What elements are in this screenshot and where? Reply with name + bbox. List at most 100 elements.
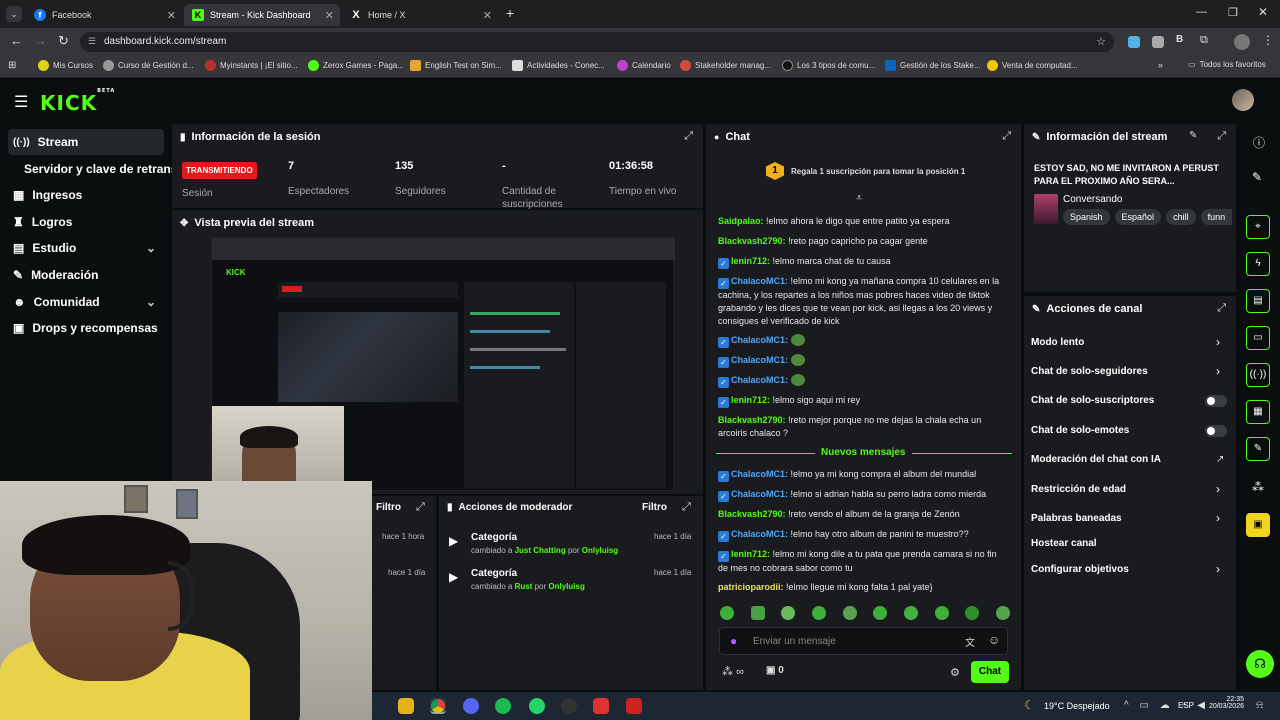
spotify-icon[interactable]: [495, 698, 511, 714]
sidebar-item-comunidad[interactable]: ☻ Comunidad ⌄: [8, 289, 164, 315]
forward-icon[interactable]: →: [34, 33, 47, 48]
gift-rank-badge[interactable]: 1: [766, 162, 784, 180]
discord-icon[interactable]: [463, 698, 479, 714]
bookmark-item[interactable]: Mis Cursos: [38, 60, 93, 71]
emote-icon[interactable]: [903, 606, 918, 620]
microphone-icon[interactable]: ●: [730, 634, 737, 648]
hamburger-menu-icon[interactable]: ☰: [14, 92, 28, 112]
expand-icon[interactable]: ⤢: [1217, 302, 1226, 315]
sidebar-item-drops[interactable]: ▣ Drops y recompensas: [8, 315, 164, 341]
chat-username[interactable]: ChalacoMC1:: [731, 529, 788, 539]
pin-icon[interactable]: ⩡: [856, 192, 862, 205]
chat-username[interactable]: ChalacoMC1:: [731, 335, 788, 345]
action-goals[interactable]: Configurar objetivos: [1031, 564, 1129, 575]
chevron-right-icon[interactable]: ›: [1216, 335, 1220, 349]
info-icon[interactable]: ⓘ: [1253, 134, 1265, 151]
layout-icon[interactable]: ▦: [1246, 400, 1270, 424]
close-tab-icon[interactable]: ✕: [167, 9, 176, 22]
restore-icon[interactable]: ❐: [1228, 6, 1238, 19]
community-icon[interactable]: ⁂: [1252, 480, 1264, 494]
emote-icon[interactable]: [720, 606, 734, 620]
points-indicator[interactable]: ⁂ ∞: [722, 665, 744, 678]
chat-username[interactable]: lenin712:: [731, 549, 770, 559]
chat-username[interactable]: lenin712:: [731, 256, 770, 266]
tag-pill[interactable]: chill: [1166, 209, 1196, 225]
toggle-subscribers-only[interactable]: [1205, 395, 1227, 407]
tag-pill[interactable]: funn: [1200, 209, 1233, 225]
bookmark-item[interactable]: Venta de computad...: [987, 60, 1078, 71]
emote-icon[interactable]: [750, 606, 765, 620]
tab-facebook[interactable]: f Facebook ✕: [26, 4, 182, 26]
bookmark-item[interactable]: Calendario: [617, 60, 671, 71]
bookmark-item[interactable]: Actividades - Conec...: [512, 60, 605, 71]
action-value[interactable]: Rust: [515, 582, 533, 591]
sidebar-item-moderacion[interactable]: ✎ Moderación: [8, 262, 164, 288]
kick-logo[interactable]: KICKBETA: [40, 88, 115, 115]
new-tab-icon[interactable]: +: [506, 5, 514, 21]
emote-icon[interactable]: [842, 606, 857, 620]
emote-icon[interactable]: [781, 606, 796, 620]
emote-icon[interactable]: [811, 606, 826, 620]
stream-video[interactable]: KICK: [211, 237, 675, 492]
clock[interactable]: 22:35 20/03/2026: [1204, 696, 1244, 710]
translate-icon[interactable]: 文: [965, 634, 975, 649]
more-bookmarks-icon[interactable]: »: [1158, 60, 1163, 70]
chat-username[interactable]: ChalacoMC1:: [731, 276, 788, 286]
close-tab-icon[interactable]: ✕: [325, 9, 334, 22]
emote-icon[interactable]: [873, 606, 888, 620]
weather-text[interactable]: 19°C Despejado: [1044, 701, 1110, 711]
external-link-icon[interactable]: ↗: [1216, 454, 1224, 465]
broadcast-icon[interactable]: ((·)): [1246, 363, 1270, 387]
extensions-puzzle-icon[interactable]: ⧉: [1200, 34, 1208, 47]
category-name[interactable]: Conversando: [1063, 194, 1122, 205]
filter-button[interactable]: Filtro: [642, 502, 667, 513]
system-tray-icons[interactable]: ^ ▭ ☁ ◔ ◀: [1124, 700, 1209, 711]
address-bar[interactable]: ☰ dashboard.kick.com/stream ☆: [80, 32, 1114, 52]
close-tab-icon[interactable]: ✕: [483, 9, 492, 22]
emote-icon[interactable]: [995, 606, 1010, 620]
support-headset-icon[interactable]: ☊: [1246, 650, 1274, 678]
chrome-icon[interactable]: [430, 698, 446, 714]
emote-icon[interactable]: [934, 606, 949, 620]
bookmark-star-icon[interactable]: ☆: [1096, 35, 1106, 48]
category-thumbnail[interactable]: [1034, 194, 1058, 224]
send-chat-button[interactable]: Chat: [971, 661, 1009, 683]
obs-icon[interactable]: [561, 698, 577, 714]
chat-username[interactable]: ChalacoMC1:: [731, 375, 788, 385]
sidebar-item-logros[interactable]: ♜ Logros: [8, 209, 164, 235]
bookmark-item[interactable]: Los 3 tipos de comu...: [782, 60, 875, 71]
reload-icon[interactable]: ↻: [58, 33, 69, 49]
whatsapp-icon[interactable]: [529, 698, 545, 714]
chat-username[interactable]: Blackvash2790:: [718, 236, 786, 246]
bookmark-item[interactable]: Curso de Gestión d...: [103, 60, 194, 71]
tab-kick-dashboard[interactable]: K Stream - Kick Dashboard ✕: [184, 4, 340, 26]
back-icon[interactable]: ←: [10, 33, 23, 48]
sidebar-item-estudio[interactable]: ▤ Estudio ⌄: [8, 235, 164, 261]
language-indicator[interactable]: ESP: [1178, 701, 1194, 710]
extension-icon[interactable]: [1128, 36, 1140, 48]
chat-username[interactable]: ChalacoMC1:: [731, 355, 788, 365]
tag-pill[interactable]: Español: [1114, 209, 1162, 225]
profile-avatar-icon[interactable]: [1234, 34, 1250, 50]
action-banned-words[interactable]: Palabras baneadas: [1031, 513, 1122, 524]
chat-username[interactable]: Saidpalao:: [718, 216, 764, 226]
expand-icon[interactable]: ⤢: [416, 501, 425, 514]
sidebar-item-stream[interactable]: ((·)) Stream: [8, 129, 164, 155]
bookmark-item[interactable]: Myinstants | ¡El sitio...: [205, 60, 298, 71]
extension-icon[interactable]: B: [1176, 34, 1183, 45]
tab-x[interactable]: X Home / X ✕: [342, 4, 498, 26]
close-window-icon[interactable]: ✕: [1258, 5, 1268, 19]
site-info-icon[interactable]: ☰: [88, 36, 96, 47]
tag-pill[interactable]: Spanish: [1063, 209, 1110, 225]
edit-icon[interactable]: ✎: [1252, 170, 1262, 184]
document-icon[interactable]: ▤: [1246, 289, 1270, 313]
apps-grid-icon[interactable]: ⊞: [8, 60, 16, 71]
bookmark-item[interactable]: Stakeholder manag...: [680, 60, 771, 71]
action-slow-mode[interactable]: Modo lento: [1031, 337, 1084, 348]
predictions-icon[interactable]: ▣: [1246, 513, 1270, 537]
app-icon[interactable]: [626, 698, 642, 714]
action-age-restriction[interactable]: Restricción de edad: [1031, 484, 1126, 495]
action-followers-only[interactable]: Chat de solo-seguidores: [1031, 366, 1148, 377]
action-user[interactable]: Onlyluisg: [548, 582, 584, 591]
app-icon[interactable]: [593, 698, 609, 714]
